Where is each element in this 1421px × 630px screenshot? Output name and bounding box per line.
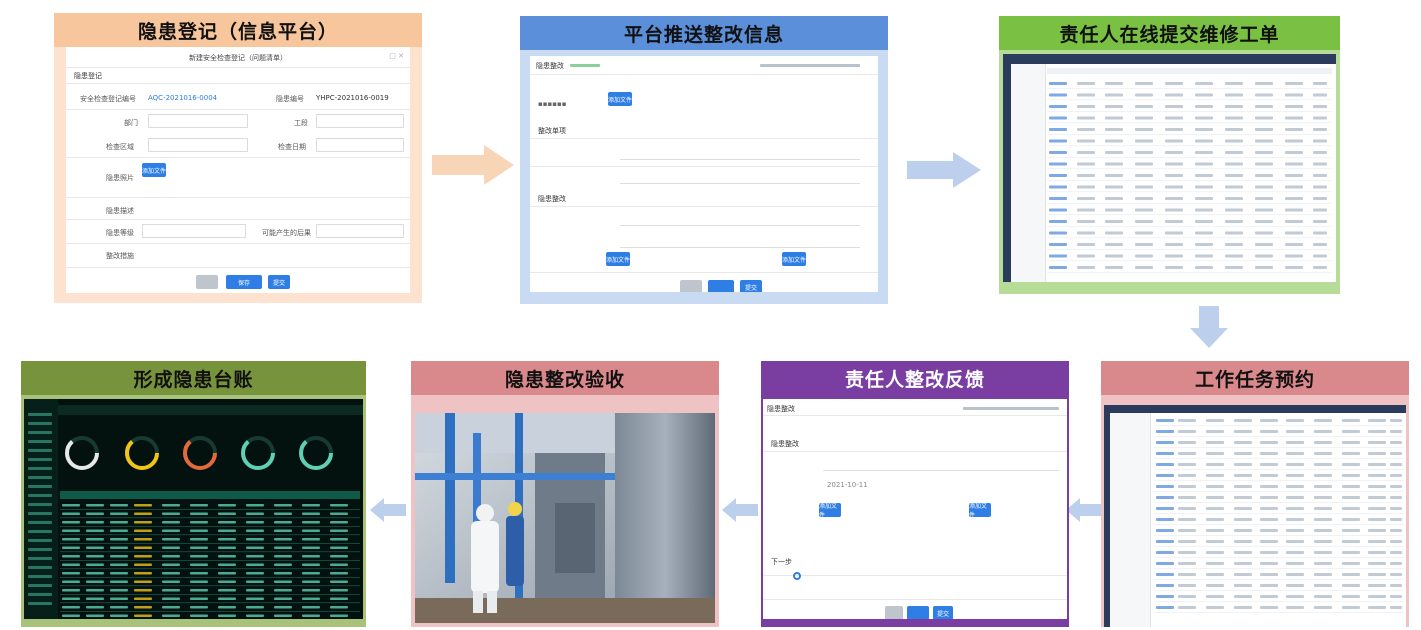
date-value: 2021-10-11 bbox=[827, 481, 868, 489]
arrow-right-2 bbox=[907, 152, 981, 188]
section-a-label: 整改单项 bbox=[538, 127, 566, 135]
next-label: 下一步 bbox=[771, 558, 792, 566]
section-type-field[interactable] bbox=[316, 114, 404, 128]
arrow-left-1 bbox=[1066, 498, 1102, 522]
date-field[interactable] bbox=[316, 138, 404, 152]
arrow-left-3 bbox=[370, 498, 406, 522]
step-panel-2: 平台推送整改信息 隐患整改 ▪▪▪▪▪▪ 添加文件 整改单项 隐患整改 添加文件… bbox=[520, 16, 888, 304]
step-panel-1: 隐患登记（信息平台） 新建安全检查登记（问题清单） □ ✕ 隐患登记 安全检查登… bbox=[54, 13, 422, 303]
level-select[interactable] bbox=[142, 224, 246, 238]
step-panel-6: 隐患整改验收 bbox=[411, 361, 719, 627]
photo-label: 隐患照片 bbox=[106, 174, 134, 182]
push-info-screenshot: 隐患整改 ▪▪▪▪▪▪ 添加文件 整改单项 隐患整改 添加文件 添加文件 提交 bbox=[530, 56, 878, 292]
task-booking-screenshot bbox=[1104, 405, 1406, 627]
step-title-3: 责任人在线提交维修工单 bbox=[999, 16, 1340, 50]
area-label: 检查区域 bbox=[106, 143, 134, 151]
check-no-label: 安全检查登记编号 bbox=[80, 95, 136, 103]
upload-button[interactable]: 添加文件 bbox=[819, 503, 841, 519]
cancel-button[interactable] bbox=[196, 275, 218, 289]
cancel-button[interactable] bbox=[885, 606, 903, 619]
submit-button[interactable]: 提交 bbox=[740, 280, 762, 292]
step-title-2: 平台推送整改信息 bbox=[520, 16, 888, 50]
step-panel-5: 责任人整改反馈 隐患整改 隐患整改 2021-10-11 添加文件 添加文件 下… bbox=[761, 361, 1069, 627]
step-title-1: 隐患登记（信息平台） bbox=[54, 13, 422, 47]
section-label: 隐患登记 bbox=[74, 72, 102, 80]
temp-save-button[interactable] bbox=[708, 280, 734, 292]
task-table bbox=[1154, 419, 1404, 613]
close-icon: □ ✕ bbox=[389, 52, 404, 60]
step-panel-3: 责任人在线提交维修工单 bbox=[999, 16, 1340, 294]
time-field[interactable] bbox=[620, 234, 860, 248]
step-title-4: 工作任务预约 bbox=[1101, 361, 1409, 395]
save-button[interactable]: 保存 bbox=[226, 275, 262, 289]
submit-button[interactable]: 提交 bbox=[268, 275, 290, 289]
arrow-down bbox=[1190, 306, 1228, 348]
section-type-label: 工段 bbox=[294, 119, 308, 127]
status-field[interactable] bbox=[823, 457, 1059, 471]
upload-button-2[interactable]: 添加文件 bbox=[606, 252, 630, 266]
radio-icon[interactable] bbox=[793, 572, 801, 580]
arrow-left-2 bbox=[722, 498, 758, 522]
section-label: 隐患整改 bbox=[771, 440, 799, 448]
feedback-screenshot: 隐患整改 隐患整改 2021-10-11 添加文件 添加文件 下一步 提交 bbox=[763, 399, 1067, 619]
step-panel-7: 形成隐患台账 bbox=[21, 361, 366, 627]
section-b-label: 隐患整改 bbox=[538, 195, 566, 203]
work-order-table bbox=[1047, 68, 1332, 273]
status-field[interactable] bbox=[620, 212, 860, 226]
plan-label: ▪▪▪▪▪▪ bbox=[538, 100, 567, 108]
measure-label: 整改措施 bbox=[106, 252, 134, 260]
submit-button[interactable]: 提交 bbox=[933, 606, 953, 619]
cause-label: 可能产生的后果 bbox=[262, 229, 311, 237]
upload-button-3[interactable]: 添加文件 bbox=[782, 252, 806, 266]
dept-label: 部门 bbox=[124, 119, 138, 127]
step-title-7: 形成隐患台账 bbox=[21, 361, 366, 395]
form-title: 隐患整改 bbox=[536, 62, 564, 70]
work-order-screenshot bbox=[1003, 54, 1336, 282]
hazard-no-label: 隐患编号 bbox=[276, 95, 304, 103]
registration-form-screenshot: 新建安全检查登记（问题清单） □ ✕ 隐患登记 安全检查登记编号 AQC-202… bbox=[66, 47, 410, 293]
step-title-5: 责任人整改反馈 bbox=[761, 361, 1069, 395]
date-label: 检查日期 bbox=[278, 143, 306, 151]
desc-label: 隐患描述 bbox=[106, 207, 134, 215]
area-field[interactable] bbox=[148, 138, 248, 152]
hazard-no-value: YHPC-2021016-0019 bbox=[316, 94, 389, 102]
dashboard-graphics bbox=[28, 405, 363, 617]
upload-button-2[interactable]: 添加文件 bbox=[969, 503, 991, 519]
unit-field[interactable] bbox=[620, 146, 860, 160]
level-label: 隐患等级 bbox=[106, 229, 134, 237]
cause-select[interactable] bbox=[316, 224, 404, 238]
dept-field[interactable] bbox=[148, 114, 248, 128]
form-window-title: 新建安全检查登记（问题清单） bbox=[189, 54, 287, 62]
form-title: 隐患整改 bbox=[767, 405, 795, 413]
step-title-6: 隐患整改验收 bbox=[411, 361, 719, 395]
check-no-value: AQC-2021016-0004 bbox=[148, 94, 218, 102]
upload-button[interactable]: 添加文件 bbox=[608, 92, 632, 106]
step-panel-4: 工作任务预约 bbox=[1101, 361, 1409, 627]
person-field[interactable] bbox=[620, 170, 860, 184]
ledger-dashboard bbox=[24, 399, 363, 619]
temp-save-button[interactable] bbox=[907, 606, 929, 619]
cancel-button[interactable] bbox=[680, 280, 702, 292]
arrow-right-1 bbox=[432, 145, 514, 185]
acceptance-photo bbox=[415, 413, 715, 623]
upload-button[interactable]: 添加文件 bbox=[142, 163, 166, 177]
